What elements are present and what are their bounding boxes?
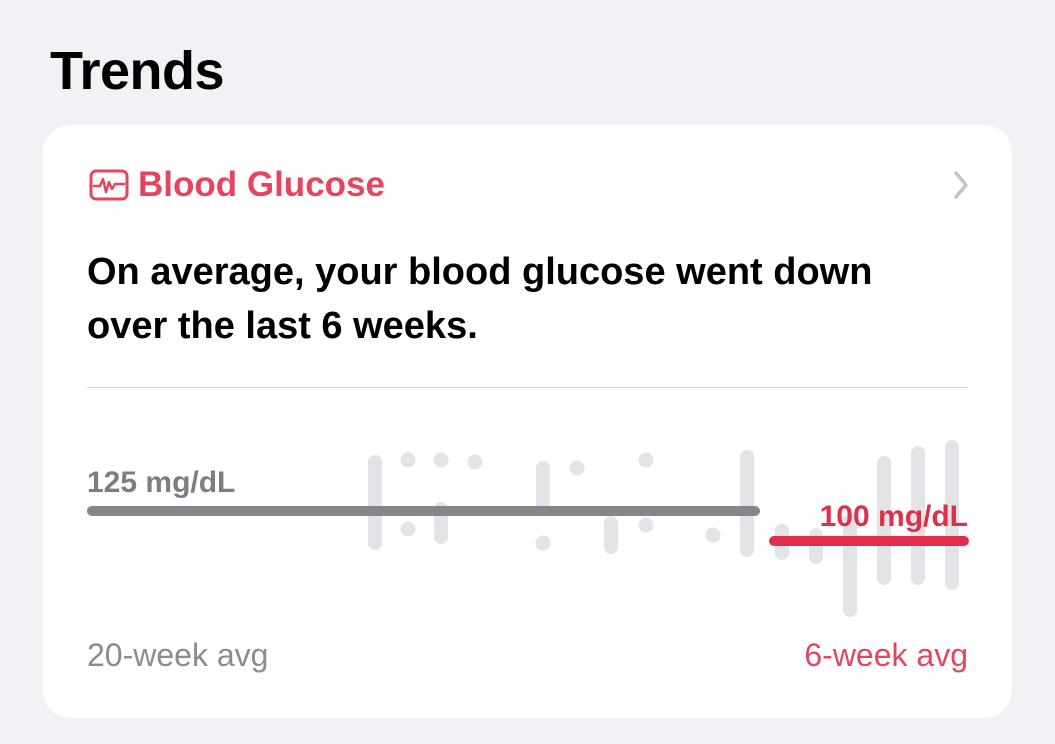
long-term-avg-caption: 20-week avg [87, 637, 269, 673]
short-term-avg-value: 100 mg/dL [819, 500, 968, 533]
trend-chart [43, 425, 1012, 665]
section-title: Trends [50, 41, 225, 101]
trend-summary: On average, your blood glucose went down… [87, 251, 873, 347]
short-term-avg-caption: 6-week avg [804, 637, 968, 673]
waveform-monitor-icon [89, 169, 129, 201]
trend-chart-graphic [87, 440, 969, 617]
blood-glucose-trend-card[interactable]: Blood Glucose On average, your blood glu… [43, 125, 1012, 718]
metric-label: Blood Glucose [138, 165, 385, 204]
long-term-avg-value: 125 mg/dL [87, 466, 236, 499]
card-header[interactable]: Blood Glucose [89, 163, 972, 207]
divider [87, 387, 968, 388]
chevron-right-icon[interactable] [950, 167, 972, 203]
